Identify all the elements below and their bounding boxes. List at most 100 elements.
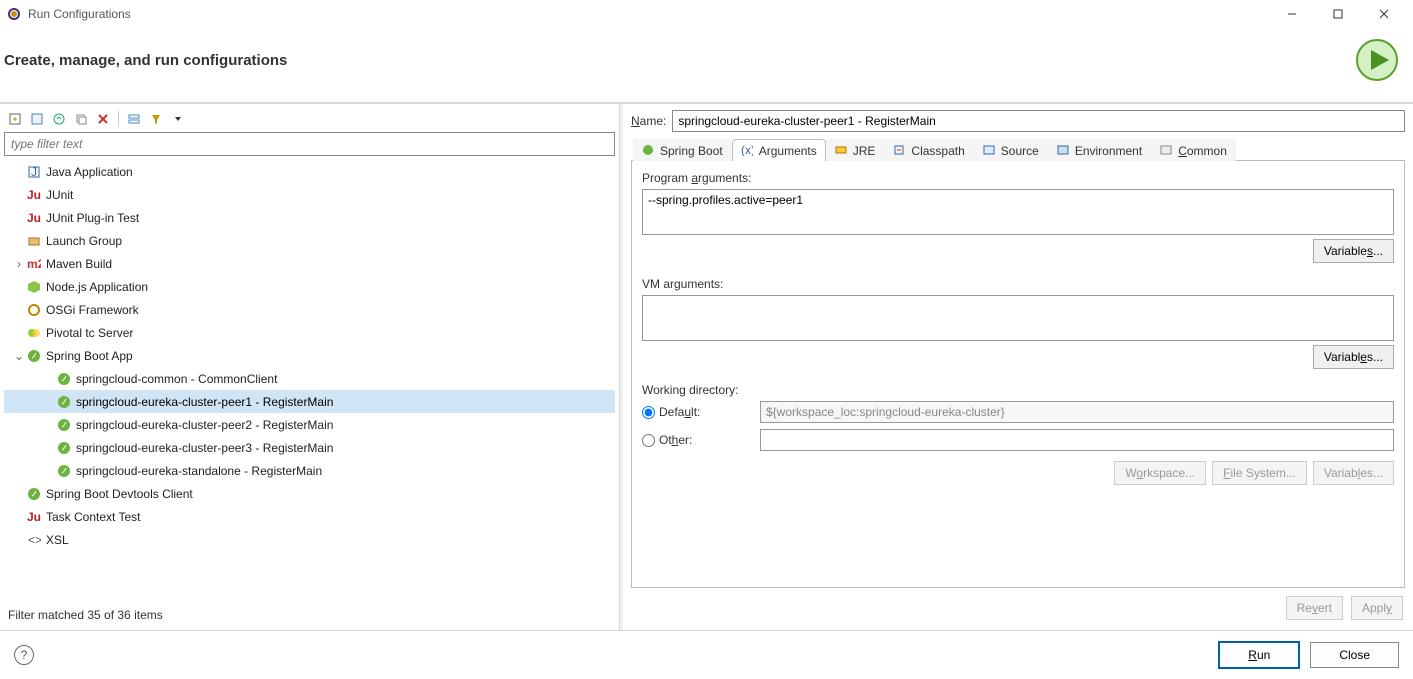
osgi-icon: [26, 302, 42, 318]
tree-item[interactable]: springcloud-eureka-standalone - Register…: [4, 459, 615, 482]
new-config-button[interactable]: [6, 110, 24, 128]
vm-variables-button[interactable]: Variables...: [1313, 345, 1394, 369]
tree-twisty: [12, 165, 26, 179]
tree-twisty[interactable]: ⌄: [12, 349, 26, 363]
run-button[interactable]: Run: [1218, 641, 1300, 669]
tree-item-label: springcloud-eureka-cluster-peer2 - Regis…: [76, 418, 333, 432]
vm-args-label: VM arguments:: [642, 277, 1394, 291]
delete-button[interactable]: [94, 110, 112, 128]
export-button[interactable]: [50, 110, 68, 128]
tree-item[interactable]: Launch Group: [4, 229, 615, 252]
node-icon: [26, 279, 42, 295]
jre-tab-icon: [835, 144, 849, 158]
tree-item[interactable]: JJava Application: [4, 160, 615, 183]
tree-item[interactable]: Spring Boot Devtools Client: [4, 482, 615, 505]
minimize-button[interactable]: [1269, 0, 1315, 28]
tree-item[interactable]: ⌄ Spring Boot App: [4, 344, 615, 367]
tree-item[interactable]: Ju JUnit: [4, 183, 615, 206]
tab-common[interactable]: Common: [1151, 139, 1236, 161]
tree-twisty: [12, 303, 26, 317]
spring-icon: [56, 463, 72, 479]
svg-text:<>: <>: [28, 533, 41, 547]
program-args-label: Program arguments:: [642, 171, 1394, 185]
tree-item[interactable]: JuJUnit Plug-in Test: [4, 206, 615, 229]
program-args-input[interactable]: --spring.profiles.active=peer1: [642, 189, 1394, 235]
tab-arguments[interactable]: (x)= Arguments: [732, 139, 826, 161]
environment-tab-icon: [1057, 144, 1071, 158]
tab-source[interactable]: Source: [974, 139, 1048, 161]
tree-item[interactable]: OSGi Framework: [4, 298, 615, 321]
svg-text:(x)=: (x)=: [741, 144, 753, 156]
spring-tab-icon: [642, 144, 656, 158]
tab-jre[interactable]: JRE: [826, 139, 885, 161]
duplicate-button[interactable]: [72, 110, 90, 128]
vm-args-input[interactable]: [642, 295, 1394, 341]
tree-item[interactable]: springcloud-eureka-cluster-peer3 - Regis…: [4, 436, 615, 459]
tree-twisty: [12, 326, 26, 340]
workspace-button[interactable]: Workspace...: [1114, 461, 1206, 485]
tab-label: Arguments: [759, 144, 817, 158]
apply-button[interactable]: Apply: [1351, 596, 1403, 620]
default-radio[interactable]: [642, 406, 655, 419]
filesystem-button[interactable]: File System...: [1212, 461, 1307, 485]
tree-item[interactable]: <>XSL: [4, 528, 615, 551]
tree-item-label: JUnit: [46, 188, 73, 202]
tab-label: Environment: [1075, 144, 1142, 158]
filter-dropdown[interactable]: [169, 110, 187, 128]
tab-label: Spring Boot: [660, 144, 723, 158]
task-icon: Ju: [26, 509, 42, 525]
classpath-tab-icon: [893, 144, 907, 158]
spring-icon: [56, 440, 72, 456]
tree-twisty: [42, 441, 56, 455]
close-window-button[interactable]: [1361, 0, 1407, 28]
tab-spring[interactable]: Spring Boot: [633, 139, 732, 161]
tree-item[interactable]: ›m2 Maven Build: [4, 252, 615, 275]
default-radio-label: Default:: [659, 405, 700, 419]
tab-label: Common: [1178, 144, 1227, 158]
common-tab-icon: [1160, 144, 1174, 158]
tree-item-label: springcloud-eureka-standalone - Register…: [76, 464, 322, 478]
svg-text:m2: m2: [27, 257, 41, 271]
new-prototype-button[interactable]: [28, 110, 46, 128]
run-big-icon: [1353, 36, 1401, 84]
other-radio[interactable]: [642, 434, 655, 447]
tree-item-label: Spring Boot App: [46, 349, 133, 363]
spring-icon: [56, 394, 72, 410]
filter-input[interactable]: [4, 132, 615, 156]
tree-item[interactable]: springcloud-eureka-cluster-peer2 - Regis…: [4, 413, 615, 436]
tree-item[interactable]: springcloud-common - CommonClient: [4, 367, 615, 390]
tree-item-label: Maven Build: [46, 257, 112, 271]
tree-item-label: JUnit Plug-in Test: [46, 211, 139, 225]
name-input[interactable]: [672, 110, 1405, 132]
tree-item[interactable]: springcloud-eureka-cluster-peer1 - Regis…: [4, 390, 615, 413]
program-variables-button[interactable]: Variables...: [1313, 239, 1394, 263]
tree-twisty: [12, 487, 26, 501]
tree-item[interactable]: Pivotal tc Server: [4, 321, 615, 344]
tree-item-label: Launch Group: [46, 234, 122, 248]
tree-twisty[interactable]: ›: [12, 257, 26, 271]
collapse-all-button[interactable]: [125, 110, 143, 128]
tab-classpath[interactable]: Classpath: [884, 139, 973, 161]
page-heading: Create, manage, and run configurations: [4, 52, 287, 69]
svg-text:Ju: Ju: [27, 188, 41, 202]
config-tree[interactable]: JJava Application JuJUnit JuJUnit Plug-i…: [4, 160, 615, 604]
source-tab-icon: [983, 144, 997, 158]
arguments-tab-body: Program arguments: --spring.profiles.act…: [631, 161, 1405, 588]
other-dir-input[interactable]: [760, 429, 1394, 451]
tree-item-label: Pivotal tc Server: [46, 326, 133, 340]
tree-item[interactable]: Node.js Application: [4, 275, 615, 298]
help-icon[interactable]: ?: [14, 645, 34, 665]
wd-variables-button[interactable]: Variables...: [1313, 461, 1394, 485]
revert-button[interactable]: Revert: [1286, 596, 1343, 620]
tree-item-label: Task Context Test: [46, 510, 141, 524]
filter-button[interactable]: [147, 110, 165, 128]
tree-item[interactable]: Ju Task Context Test: [4, 505, 615, 528]
tree-twisty: [42, 372, 56, 386]
close-button[interactable]: Close: [1310, 642, 1399, 668]
left-pane: JJava Application JuJUnit JuJUnit Plug-i…: [0, 104, 620, 630]
maximize-button[interactable]: [1315, 0, 1361, 28]
filter-status: Filter matched 35 of 36 items: [4, 604, 615, 626]
java-icon: J: [26, 164, 42, 180]
tree-twisty: [12, 211, 26, 225]
tab-environment[interactable]: Environment: [1048, 139, 1151, 161]
